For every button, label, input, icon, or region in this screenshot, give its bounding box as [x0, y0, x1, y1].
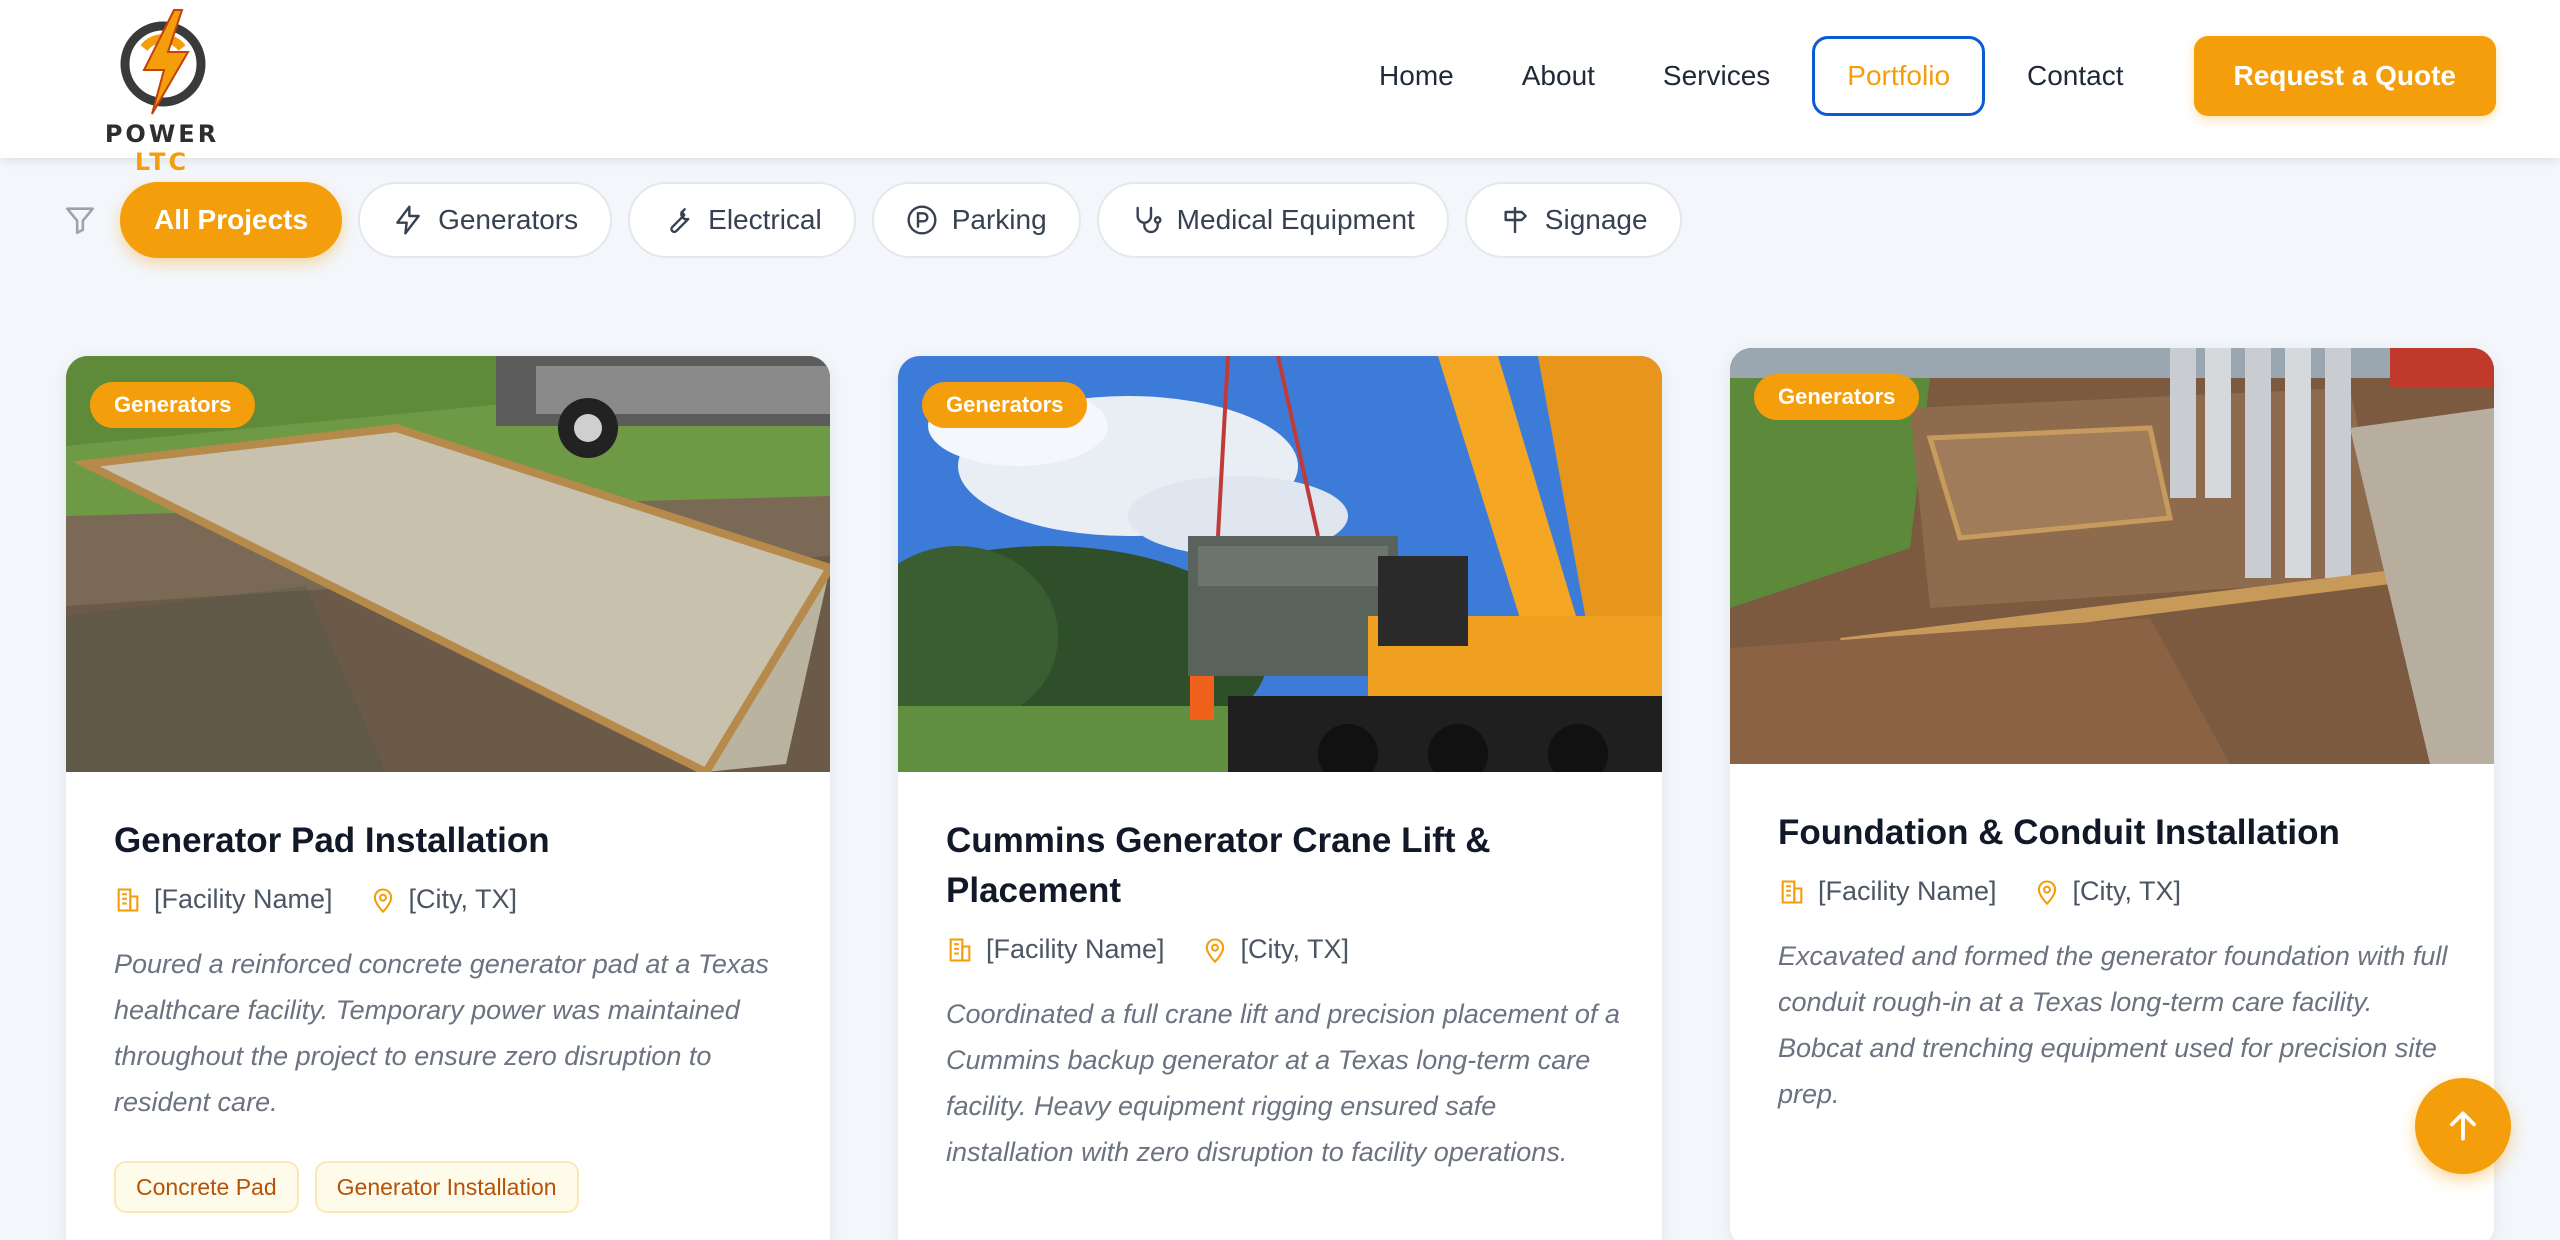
filter-icon — [60, 200, 100, 240]
project-description: Coordinated a full crane lift and precis… — [946, 999, 1620, 1167]
facility-name: [Facility Name] — [154, 884, 333, 914]
project-meta: [Facility Name] [City, TX] — [114, 884, 794, 915]
lightning-logo-icon — [120, 9, 206, 115]
project-photo-crane-lift: Generators — [898, 356, 1662, 772]
building-icon — [949, 937, 971, 962]
project-tag[interactable]: Generator Installation — [314, 1161, 579, 1213]
site-header: POWER LTC Home About Services Portfolio … — [0, 0, 2560, 176]
project-meta: [Facility Name] [City, TX] — [1778, 876, 2458, 907]
project-tag[interactable]: Concrete Pad — [114, 1161, 299, 1213]
category-badge: Generators — [1754, 374, 1920, 420]
scroll-to-top-button[interactable] — [2415, 1078, 2511, 1174]
main-nav: Home About Services Portfolio Contact Re… — [1345, 36, 2496, 116]
project-location: [City, TX] — [2072, 876, 2182, 906]
category-badge: Generators — [922, 382, 1088, 428]
map-pin-icon — [2037, 880, 2056, 905]
project-meta: [Facility Name] [City, TX] — [946, 934, 1626, 965]
brand-logo[interactable]: POWER LTC — [74, 8, 250, 176]
building-icon — [1781, 879, 1803, 904]
filter-parking[interactable]: Parking — [871, 182, 1081, 258]
stethoscope-icon — [1136, 206, 1162, 234]
lightning-icon — [396, 205, 420, 235]
wrench-icon — [670, 208, 690, 234]
project-location: [City, TX] — [408, 884, 518, 914]
project-card-body: Generator Pad Installation [Facility Nam… — [114, 816, 794, 1213]
filter-signage[interactable]: Signage — [1464, 182, 1682, 258]
filter-generators[interactable]: Generators — [358, 182, 613, 258]
facility-name: [Facility Name] — [986, 934, 1165, 964]
building-icon — [117, 887, 139, 912]
filter-all-projects[interactable]: All Projects — [120, 182, 343, 258]
project-filters: All Projects Generators Electrical Parki… — [60, 182, 1698, 258]
map-pin-icon — [373, 888, 392, 913]
request-quote-button[interactable]: Request a Quote — [2193, 36, 2496, 116]
project-title[interactable]: Cummins Generator Crane Lift & Placement — [946, 816, 1626, 916]
arrow-up-icon — [2450, 1111, 2476, 1141]
filter-medical-equipment[interactable]: Medical Equipment — [1096, 182, 1449, 258]
brand-wordmark: POWER LTC — [104, 120, 220, 176]
nav-contact[interactable]: Contact — [1993, 36, 2158, 116]
project-tags: Concrete Pad Generator Installation — [114, 1161, 794, 1213]
nav-about[interactable]: About — [1488, 36, 1629, 116]
project-photo-foundation-conduit: Generators — [1730, 348, 2494, 764]
project-title[interactable]: Generator Pad Installation — [114, 816, 794, 866]
project-description: Poured a reinforced concrete generator p… — [114, 949, 769, 1117]
project-card[interactable]: Generators Foundation & Conduit Installa… — [1730, 348, 2494, 1240]
facility-name: [Facility Name] — [1818, 876, 1997, 906]
filter-electrical[interactable]: Electrical — [628, 182, 856, 258]
project-title[interactable]: Foundation & Conduit Installation — [1778, 808, 2458, 858]
project-description: Excavated and formed the generator found… — [1778, 941, 2448, 1109]
nav-home[interactable]: Home — [1345, 36, 1488, 116]
project-location: [City, TX] — [1240, 934, 1350, 964]
project-card[interactable]: Generators Generator Pad Installation [F… — [66, 356, 830, 1240]
nav-services[interactable]: Services — [1629, 36, 1804, 116]
category-badge: Generators — [90, 382, 256, 428]
project-card-body: Foundation & Conduit Installation [Facil… — [1778, 808, 2458, 1117]
project-card-body: Cummins Generator Crane Lift & Placement… — [946, 816, 1626, 1175]
nav-portfolio[interactable]: Portfolio — [1812, 36, 1986, 116]
map-pin-icon — [1205, 938, 1224, 963]
parking-icon — [907, 205, 937, 235]
project-photo-concrete-pad: Generators — [66, 356, 830, 772]
signpost-icon — [1504, 206, 1527, 234]
project-card[interactable]: Generators Cummins Generator Crane Lift … — [898, 356, 1662, 1240]
